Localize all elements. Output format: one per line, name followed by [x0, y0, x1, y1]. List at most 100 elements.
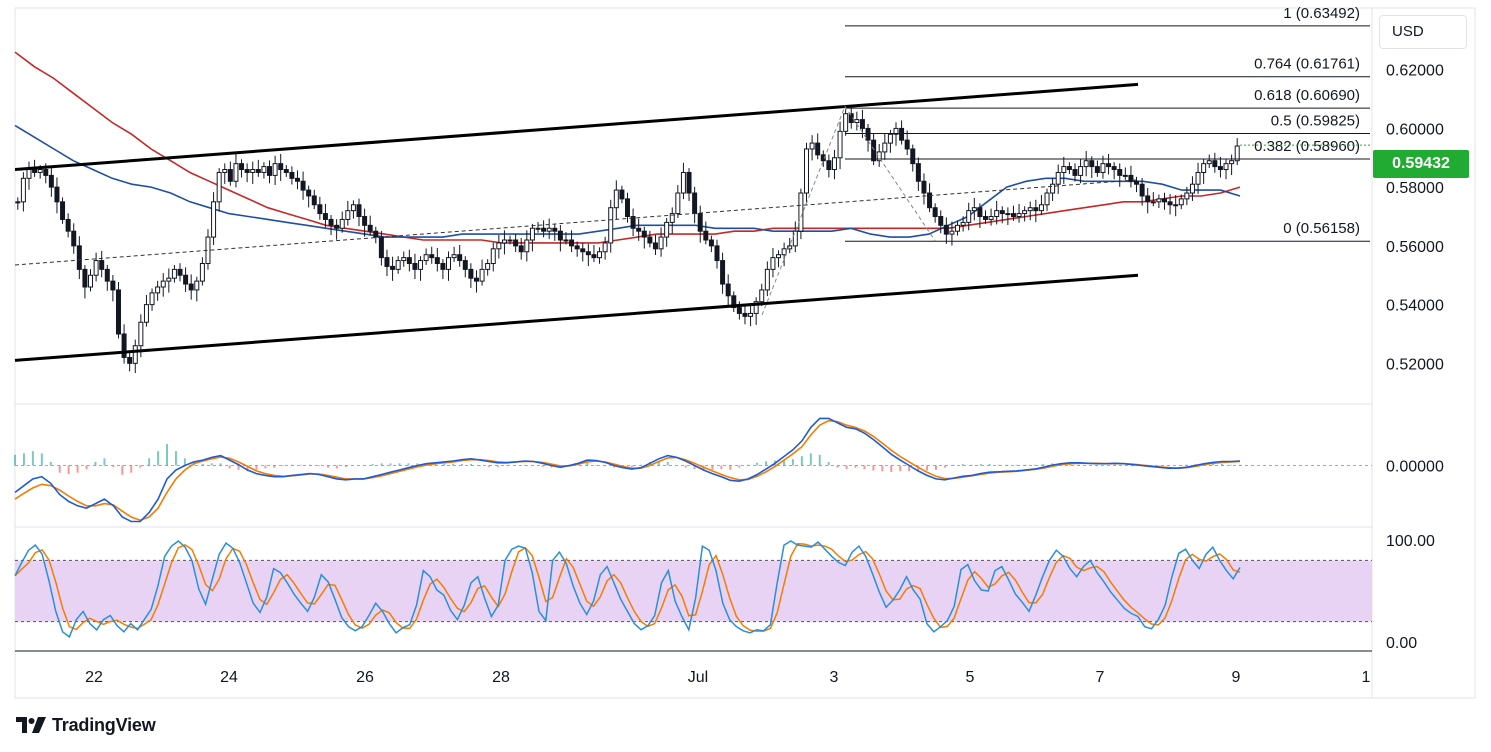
- candle-body: [272, 163, 278, 176]
- chart-canvas[interactable]: 1 (0.63492) 0.764 (0.61761) 0.618 (0.60690…: [0, 0, 1491, 752]
- candle-body: [490, 248, 496, 265]
- candle-body: [160, 280, 166, 288]
- candle-body: [697, 213, 703, 232]
- currency-selector[interactable]: USD: [1379, 15, 1467, 49]
- candle-body: [1223, 163, 1229, 171]
- candle-body: [1050, 183, 1056, 194]
- candle-body: [311, 195, 317, 206]
- candle-body: [658, 236, 664, 250]
- channel-upper-line[interactable]: [14, 82, 1139, 172]
- candle-body: [1212, 160, 1218, 168]
- macd-line: [14, 417, 1241, 523]
- candle-body: [1167, 201, 1173, 206]
- last-price-label: 0.59432: [1373, 150, 1469, 178]
- candle-body: [1055, 171, 1061, 185]
- currency-label: USD: [1392, 23, 1424, 40]
- candle-body: [37, 169, 43, 173]
- candle-body: [803, 148, 809, 194]
- channel-lower-line[interactable]: [14, 273, 1139, 362]
- candle-body: [384, 257, 390, 267]
- macd-zero-tick: 0.00000: [1386, 459, 1444, 476]
- candle-body: [20, 177, 26, 203]
- candle-body: [155, 286, 161, 294]
- macd-pane[interactable]: [14, 417, 1372, 523]
- candle-body: [485, 263, 491, 270]
- candle-body: [798, 192, 804, 232]
- candle-body: [1044, 192, 1050, 206]
- candle-body: [1122, 174, 1128, 177]
- candle-body: [703, 230, 709, 241]
- candle-body: [955, 224, 961, 232]
- candle-body: [977, 207, 983, 218]
- candle-body: [132, 345, 138, 364]
- candle-body: [48, 174, 54, 188]
- candle-body: [1106, 163, 1112, 168]
- candle-body: [507, 239, 513, 242]
- candle-body: [1094, 166, 1100, 173]
- candle-body: [636, 227, 642, 232]
- stoch-tick-1: 0.00: [1386, 635, 1417, 652]
- candle-body: [1178, 198, 1184, 206]
- candle-body: [1217, 166, 1223, 171]
- candle-body: [440, 263, 446, 270]
- candle-body: [451, 254, 457, 259]
- candle-body: [1150, 201, 1156, 204]
- candle-body: [552, 227, 558, 232]
- candle-body: [373, 230, 379, 238]
- candle-body: [1089, 160, 1095, 168]
- candle-body: [859, 119, 865, 129]
- candle-body: [524, 239, 530, 253]
- candle-body: [921, 180, 927, 194]
- candle-body: [826, 160, 832, 171]
- candle-body: [1027, 207, 1033, 212]
- candle-body: [32, 169, 38, 173]
- candle-body: [390, 265, 396, 270]
- candle-body: [322, 213, 328, 220]
- price-pane[interactable]: 1 (0.63492) 0.764 (0.61761) 0.618 (0.60690…: [14, 5, 1372, 374]
- price-tick-0: 0.62000: [1386, 63, 1444, 80]
- candle-body: [171, 268, 177, 279]
- candle-body: [99, 260, 105, 270]
- candle-body: [580, 248, 586, 253]
- candle-body: [54, 186, 60, 203]
- fib-level-label: 0.382 (0.58960): [1254, 138, 1360, 155]
- candle-body: [65, 218, 71, 232]
- candle-body: [938, 216, 944, 226]
- candle-body: [412, 263, 418, 270]
- candle-body: [943, 224, 949, 235]
- candle-body: [1100, 163, 1106, 173]
- candle-body: [686, 171, 692, 194]
- candle-body: [1010, 213, 1016, 218]
- candle-body: [837, 130, 843, 159]
- candle-body: [714, 245, 720, 262]
- candle-body: [362, 216, 368, 226]
- fib-level-label: 0.764 (0.61761): [1254, 56, 1360, 73]
- time-tick-5: 3: [830, 669, 839, 686]
- candle-body: [949, 230, 955, 235]
- candle-body: [1206, 160, 1212, 165]
- candle-body: [1195, 171, 1201, 185]
- candle-body: [843, 113, 849, 132]
- candle-body: [15, 201, 21, 204]
- candle-body: [831, 157, 837, 171]
- tradingview-logo-text: TradingView: [52, 714, 156, 735]
- candle-body: [574, 245, 580, 250]
- candle-body: [143, 304, 149, 323]
- candle-body: [1078, 166, 1084, 176]
- candle-body: [680, 171, 686, 194]
- candle-body: [708, 239, 714, 247]
- candle-body: [960, 221, 966, 226]
- candle-body: [446, 257, 452, 270]
- candle-body: [468, 268, 474, 279]
- candle-body: [1145, 195, 1151, 203]
- time-tick-1: 24: [220, 669, 238, 686]
- candle-body: [378, 236, 384, 259]
- candle-body: [988, 216, 994, 220]
- tradingview-logo[interactable]: TradingView: [16, 713, 156, 737]
- candle-body: [1016, 213, 1022, 218]
- candle-body: [815, 142, 821, 156]
- candle-body: [1229, 160, 1235, 165]
- stochastic-pane[interactable]: [14, 540, 1372, 639]
- candle-body: [513, 239, 519, 247]
- candle-body: [557, 230, 563, 241]
